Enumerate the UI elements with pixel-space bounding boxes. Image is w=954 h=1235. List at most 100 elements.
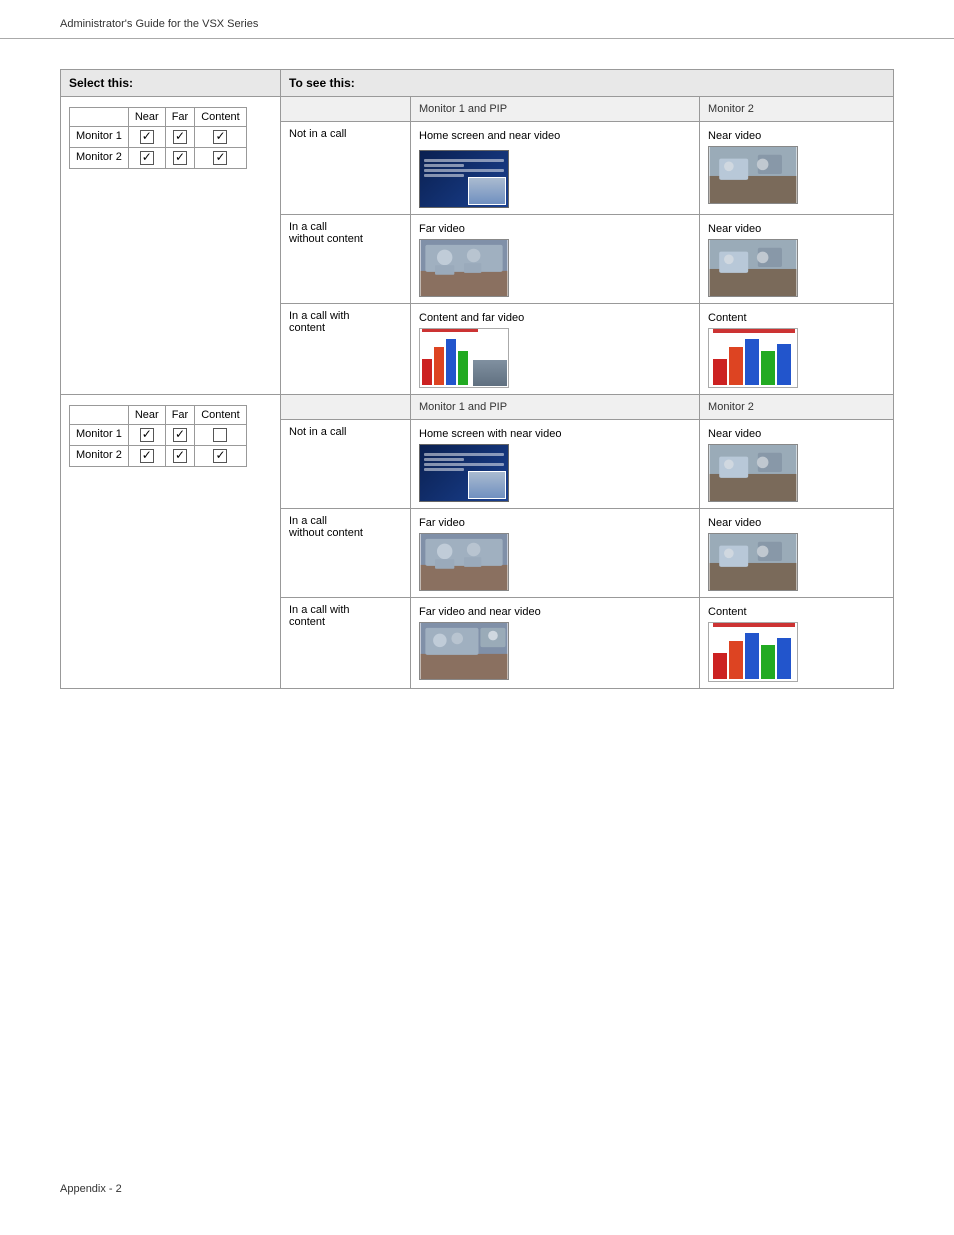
sec1-r1-m2: Near video (700, 122, 894, 215)
m1-far-cb-2[interactable] (173, 428, 187, 442)
sec2-subheader-monitor1pip: Monitor 1 and PIP (411, 395, 700, 420)
sec2-r3-m1pip-label: Far video and near video (419, 606, 541, 618)
sec2-r1-m1pip: Home screen with near video (411, 420, 700, 509)
ui-bar-1 (424, 159, 504, 162)
sec2-r3-m1pip: Far video and near video (411, 598, 700, 689)
m2-near-cb-1[interactable] (140, 151, 154, 165)
main-header-row: Select this: To see this: (61, 70, 894, 97)
content-thumb-1 (708, 328, 798, 388)
near-video-thumb-4 (708, 533, 798, 591)
near-header-1: Near (128, 108, 165, 127)
sec1-r1-m2-label: Near video (708, 130, 761, 142)
m1-near-cb-1[interactable] (140, 130, 154, 144)
m2-near-cb-2[interactable] (140, 449, 154, 463)
sec2-r2-scenario: In a callwithout content (281, 509, 411, 598)
homescreen-pip-thumb-1 (419, 150, 509, 208)
ui-bar-7 (424, 463, 504, 466)
select-header-row-1: Near Far Content (70, 108, 247, 127)
sec1-r2-scenario: In a callwithout content (281, 215, 411, 304)
m2-content-cb-2[interactable] (213, 449, 227, 463)
section-1-row: Near Far Content Monitor 1 Monitor 2 (61, 97, 894, 122)
content-far-thumb-1 (419, 328, 509, 388)
homescreen-pip-thumb-2 (419, 444, 509, 502)
ui-bar-5 (424, 453, 504, 456)
ui-bars-1 (424, 159, 504, 179)
ui-bars-2 (424, 453, 504, 473)
sec2-r3-m2-label: Content (708, 606, 747, 618)
monitor1-label-1: Monitor 1 (70, 127, 129, 148)
page-wrap: Administrator's Guide for the VSX Series… (0, 0, 954, 1235)
m2-far-cb-1[interactable] (173, 151, 187, 165)
monitor1-row-1: Monitor 1 (70, 127, 247, 148)
sec2-r2-m1pip-label: Far video (419, 517, 465, 529)
monitor2-label-2: Monitor 2 (70, 446, 129, 467)
monitor1-label-2: Monitor 1 (70, 425, 129, 446)
far-video-thumb-1 (419, 239, 509, 297)
ui-bar-4 (424, 174, 464, 177)
monitor2-row-2: Monitor 2 (70, 446, 247, 467)
sec2-subheader-monitor2: Monitor 2 (700, 395, 894, 420)
content-thumb-2 (708, 622, 798, 682)
sec1-r3-m2-label: Content (708, 312, 747, 324)
ui-bar-6 (424, 458, 464, 461)
near-video-thumb-1 (708, 146, 798, 204)
sec2-r2-m2-label: Near video (708, 517, 761, 529)
sec1-r3-m1pip-label: Content and far video (419, 312, 524, 324)
sec1-r1-m1pip: Home screen and near video (411, 122, 700, 215)
section-1-select: Near Far Content Monitor 1 Monitor 2 (61, 97, 281, 395)
header-title: Administrator's Guide for the VSX Series (60, 18, 258, 30)
near-header-2: Near (128, 406, 165, 425)
pip-overlay-1 (468, 177, 506, 205)
monitor2-row-1: Monitor 2 (70, 148, 247, 169)
main-content: Select this: To see this: Near Far Conte… (0, 39, 954, 719)
page-footer: Appendix - 2 (0, 1173, 182, 1205)
m1-content-cb-2[interactable] (213, 428, 227, 442)
ui-bar-2 (424, 164, 464, 167)
far-near-video-thumb (419, 622, 509, 680)
col-see-header: To see this: (281, 70, 894, 97)
sec2-r1-scenario: Not in a call (281, 420, 411, 509)
sec2-r1-m1pip-label: Home screen with near video (419, 428, 561, 440)
sec1-r2-m1pip: Far video (411, 215, 700, 304)
sec1-r1-m1pip-label: Home screen and near video (419, 130, 560, 142)
m1-content-cb-1[interactable] (213, 130, 227, 144)
sec1-r1-thumb-pair (419, 146, 691, 208)
sec1-r3-m1pip: Content and far video (411, 304, 700, 395)
ui-bar-8 (424, 468, 464, 471)
section-2-select: Near Far Content Monitor 1 Monitor 2 (61, 395, 281, 689)
sec2-subheader-col1 (281, 395, 411, 420)
sec1-r3-scenario: In a call withcontent (281, 304, 411, 395)
sec1-r1-scenario: Not in a call (281, 122, 411, 215)
far-video-thumb-2 (419, 533, 509, 591)
section-2-row: Near Far Content Monitor 1 Monitor 2 (61, 395, 894, 420)
pip-overlay-2 (468, 471, 506, 499)
sec1-r2-m1pip-label: Far video (419, 223, 465, 235)
main-table: Select this: To see this: Near Far Conte… (60, 69, 894, 689)
m1-far-cb-1[interactable] (173, 130, 187, 144)
far-header-2: Far (165, 406, 195, 425)
content-header-2: Content (195, 406, 247, 425)
footer-label: Appendix - 2 (60, 1183, 122, 1195)
near-video-thumb-2 (708, 239, 798, 297)
sec2-r3-scenario: In a call withcontent (281, 598, 411, 689)
content-chart-svg-1 (709, 329, 797, 387)
col-select-header: Select this: (61, 70, 281, 97)
m2-content-cb-1[interactable] (213, 151, 227, 165)
barchart-svg-1 (420, 329, 480, 387)
ui-bar-3 (424, 169, 504, 172)
sec1-r2-m2-label: Near video (708, 223, 761, 235)
content-chart-svg-2 (709, 623, 797, 681)
monitor2-label-1: Monitor 2 (70, 148, 129, 169)
m1-near-cb-2[interactable] (140, 428, 154, 442)
select-header-row-2: Near Far Content (70, 406, 247, 425)
far-overlay-1 (472, 359, 508, 387)
content-header-1: Content (195, 108, 247, 127)
m2-far-cb-2[interactable] (173, 449, 187, 463)
select-table-1: Near Far Content Monitor 1 Monitor 2 (69, 107, 247, 169)
sec2-r2-m1pip: Far video (411, 509, 700, 598)
sec1-r2-m2: Near video (700, 215, 894, 304)
near-video-thumb-3 (708, 444, 798, 502)
monitor1-row-2: Monitor 1 (70, 425, 247, 446)
far-header-1: Far (165, 108, 195, 127)
sec2-r1-m2-label: Near video (708, 428, 761, 440)
